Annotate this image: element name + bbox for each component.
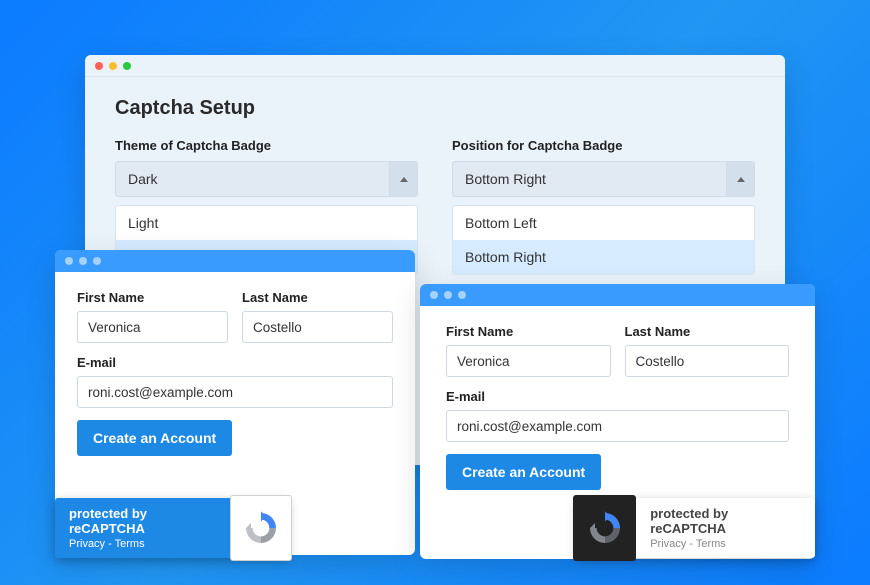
email-input[interactable] bbox=[446, 410, 789, 442]
recaptcha-link-sep: - bbox=[105, 538, 115, 550]
recaptcha-protected-text: protected by reCAPTCHA bbox=[650, 506, 801, 536]
close-icon[interactable] bbox=[430, 291, 438, 299]
theme-select-value: Dark bbox=[128, 171, 158, 187]
theme-select-toggle[interactable] bbox=[389, 162, 417, 196]
theme-label: Theme of Captcha Badge bbox=[115, 138, 418, 153]
first-name-input[interactable] bbox=[446, 345, 611, 377]
recaptcha-privacy-link[interactable]: Privacy bbox=[650, 538, 686, 550]
last-name-input[interactable] bbox=[625, 345, 790, 377]
caret-up-icon bbox=[737, 177, 745, 182]
recaptcha-icon bbox=[573, 495, 636, 561]
email-input[interactable] bbox=[77, 376, 393, 408]
page-title: Captcha Setup bbox=[115, 97, 755, 120]
recaptcha-privacy-link[interactable]: Privacy bbox=[69, 538, 105, 550]
recaptcha-terms-link[interactable]: Terms bbox=[696, 538, 726, 550]
recaptcha-link-sep: - bbox=[686, 538, 696, 550]
recaptcha-badge-light: protected by reCAPTCHA Privacy - Terms bbox=[55, 498, 289, 558]
first-name-input[interactable] bbox=[77, 311, 228, 343]
window-titlebar bbox=[55, 250, 415, 272]
first-name-label: First Name bbox=[446, 324, 611, 339]
recaptcha-terms-link[interactable]: Terms bbox=[115, 538, 145, 550]
minimize-icon[interactable] bbox=[79, 257, 87, 265]
create-account-button[interactable]: Create an Account bbox=[446, 454, 601, 490]
theme-select[interactable]: Dark bbox=[115, 161, 418, 197]
window-titlebar bbox=[420, 284, 815, 306]
position-label: Position for Captcha Badge bbox=[452, 138, 755, 153]
email-label: E-mail bbox=[77, 355, 393, 370]
caret-up-icon bbox=[400, 177, 408, 182]
position-select[interactable]: Bottom Right bbox=[452, 161, 755, 197]
position-select-toggle[interactable] bbox=[726, 162, 754, 196]
email-label: E-mail bbox=[446, 389, 789, 404]
recaptcha-icon bbox=[230, 495, 292, 561]
position-options: Bottom Left Bottom Right bbox=[452, 205, 755, 275]
minimize-icon[interactable] bbox=[444, 291, 452, 299]
last-name-input[interactable] bbox=[242, 311, 393, 343]
close-icon[interactable] bbox=[65, 257, 73, 265]
maximize-icon[interactable] bbox=[93, 257, 101, 265]
window-titlebar bbox=[85, 55, 785, 77]
minimize-icon[interactable] bbox=[109, 62, 117, 70]
recaptcha-badge-dark: protected by reCAPTCHA Privacy - Terms bbox=[576, 498, 815, 558]
recaptcha-protected-text: protected by reCAPTCHA bbox=[69, 506, 216, 536]
position-option-bottom-left[interactable]: Bottom Left bbox=[453, 206, 754, 240]
position-field: Position for Captcha Badge Bottom Right … bbox=[452, 138, 755, 275]
close-icon[interactable] bbox=[95, 62, 103, 70]
theme-option-light[interactable]: Light bbox=[116, 206, 417, 240]
first-name-label: First Name bbox=[77, 290, 228, 305]
position-select-value: Bottom Right bbox=[465, 171, 546, 187]
last-name-label: Last Name bbox=[242, 290, 393, 305]
last-name-label: Last Name bbox=[625, 324, 790, 339]
create-account-button[interactable]: Create an Account bbox=[77, 420, 232, 456]
maximize-icon[interactable] bbox=[458, 291, 466, 299]
maximize-icon[interactable] bbox=[123, 62, 131, 70]
position-option-bottom-right[interactable]: Bottom Right bbox=[453, 240, 754, 274]
